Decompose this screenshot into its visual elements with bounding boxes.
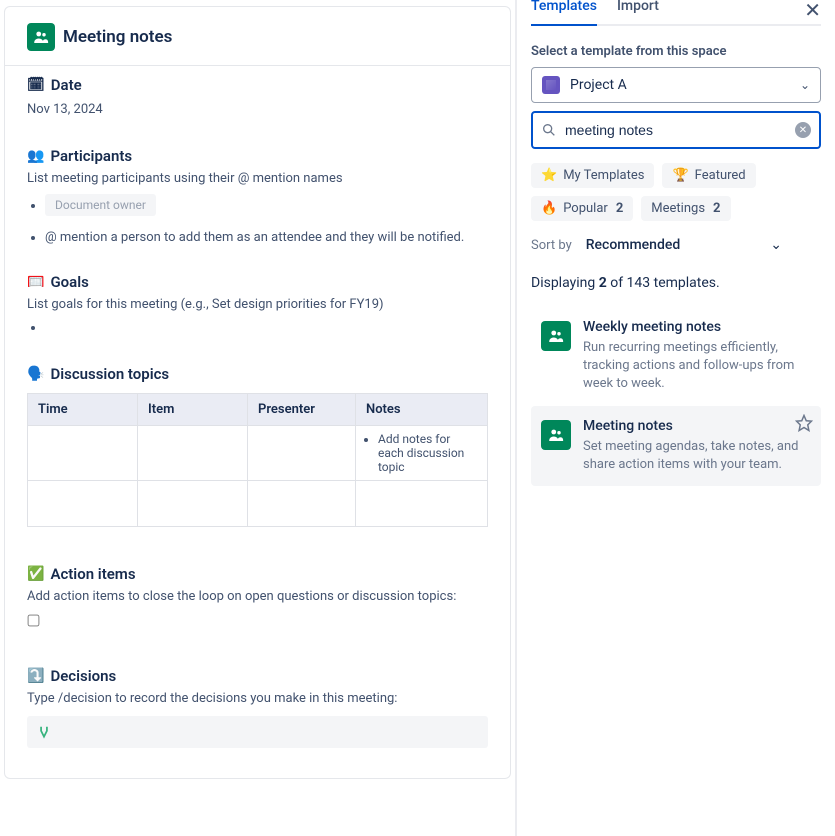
section-head-discussion: 🗣️ Discussion topics — [27, 365, 488, 383]
section-head-participants: 👥 Participants — [27, 147, 488, 165]
table-row[interactable]: Add notes for each discussion topic — [28, 426, 488, 481]
template-desc: Set meeting agendas, take notes, and sha… — [583, 438, 811, 474]
fire-icon: 🔥 — [541, 201, 557, 216]
template-title: Weekly meeting notes — [583, 319, 811, 335]
page-card: Meeting notes 🗓 Date Nov 13, 2024 👥 Part… — [4, 6, 511, 779]
calendar-icon: 🗓 — [27, 77, 45, 93]
meeting-notes-icon — [27, 23, 55, 51]
filter-meetings[interactable]: Meetings 2 — [641, 196, 730, 221]
section-head-actions: ✅ Action items — [27, 565, 488, 583]
tabs: Templates Import ✕ — [531, 0, 821, 26]
filter-featured[interactable]: 🏆 Featured — [662, 163, 755, 188]
space-icon — [542, 76, 560, 94]
filter-row: ⭐ My Templates 🏆 Featured 🔥 Popular 2 Me… — [531, 163, 821, 221]
section-head-goals: 🥅 Goals — [27, 273, 488, 291]
section-title-decisions: Decisions — [50, 667, 116, 685]
page-title: Meeting notes — [63, 27, 172, 47]
col-time: Time — [28, 394, 138, 426]
chevron-down-icon: ⌄ — [800, 78, 810, 92]
people-icon: 👥 — [27, 148, 44, 164]
section-title-date: Date — [51, 76, 82, 94]
speaking-icon: 🗣️ — [27, 366, 44, 382]
goals-list[interactable] — [45, 320, 488, 335]
section-head-date: 🗓 Date — [27, 76, 488, 94]
template-card-meeting-notes[interactable]: Meeting notes Set meeting agendas, take … — [531, 406, 821, 486]
filter-my-templates[interactable]: ⭐ My Templates — [531, 163, 654, 188]
trophy-icon: 🏆 — [672, 168, 688, 183]
check-icon: ✅ — [27, 566, 44, 582]
clear-search-icon[interactable]: ✕ — [795, 122, 811, 138]
section-title-goals: Goals — [50, 273, 88, 291]
participants-helper: List meeting participants using their @ … — [27, 171, 488, 186]
search-box[interactable]: ✕ — [531, 111, 821, 149]
section-decisions: ⤵️ Decisions Type /decision to record th… — [5, 657, 510, 748]
decision-block[interactable] — [27, 716, 488, 748]
template-desc: Run recurring meetings efficiently, trac… — [583, 339, 811, 394]
search-input[interactable] — [565, 122, 787, 138]
space-prompt: Select a template from this space — [531, 44, 821, 59]
section-discussion: 🗣️ Discussion topics Time Item Presenter… — [5, 355, 510, 527]
table-row[interactable] — [28, 481, 488, 527]
action-item-row[interactable] — [27, 614, 488, 631]
section-goals: 🥅 Goals List goals for this meeting (e.g… — [5, 263, 510, 335]
col-notes: Notes — [356, 394, 488, 426]
page-header: Meeting notes — [5, 7, 510, 66]
search-icon — [541, 122, 557, 138]
section-head-decisions: ⤵️ Decisions — [27, 667, 488, 685]
space-name: Project A — [570, 77, 790, 93]
filter-popular[interactable]: 🔥 Popular 2 — [531, 196, 633, 221]
goals-helper: List goals for this meeting (e.g., Set d… — [27, 297, 488, 312]
owner-placeholder[interactable]: Document owner — [45, 194, 156, 216]
tab-templates[interactable]: Templates — [531, 0, 597, 26]
result-list: Weekly meeting notes Run recurring meeti… — [531, 307, 821, 486]
section-title-actions: Action items — [50, 565, 135, 583]
decisions-helper: Type /decision to record the decisions y… — [27, 691, 488, 706]
sort-row: Sort by Recommended ⌄ — [531, 237, 821, 253]
tab-import[interactable]: Import — [617, 0, 659, 24]
decision-icon: ⤵️ — [27, 668, 44, 684]
col-item: Item — [138, 394, 248, 426]
template-card-weekly[interactable]: Weekly meeting notes Run recurring meeti… — [531, 307, 821, 406]
section-title-participants: Participants — [50, 147, 132, 165]
section-actions: ✅ Action items Add action items to close… — [5, 555, 510, 631]
chevron-down-icon: ⌄ — [770, 237, 782, 253]
template-title: Meeting notes — [583, 418, 811, 434]
space-select[interactable]: Project A ⌄ — [531, 67, 821, 103]
templates-panel: Templates Import ✕ Select a template fro… — [516, 0, 835, 836]
main-content: Meeting notes 🗓 Date Nov 13, 2024 👥 Part… — [0, 0, 516, 836]
participants-note-list: @ mention a person to add them as an att… — [45, 230, 488, 245]
notes-placeholder[interactable]: Add notes for each discussion topic — [378, 432, 479, 474]
participants-note: @ mention a person to add them as an att… — [45, 230, 488, 245]
section-participants: 👥 Participants List meeting participants… — [5, 137, 510, 245]
star-icon: ⭐ — [541, 168, 557, 183]
section-title-discussion: Discussion topics — [50, 365, 169, 383]
sort-select[interactable]: Recommended ⌄ — [586, 237, 782, 253]
actions-helper: Add action items to close the loop on op… — [27, 589, 488, 604]
col-presenter: Presenter — [248, 394, 356, 426]
star-outline-icon[interactable] — [795, 414, 813, 436]
sort-label: Sort by — [531, 238, 572, 253]
template-icon — [541, 321, 571, 351]
date-value[interactable]: Nov 13, 2024 — [27, 102, 488, 117]
section-date: 🗓 Date Nov 13, 2024 — [5, 66, 510, 117]
template-icon — [541, 420, 571, 450]
discussion-table[interactable]: Time Item Presenter Notes Add notes for … — [27, 393, 488, 527]
result-meta: Displaying 2 of 143 templates. — [531, 275, 821, 291]
action-checkbox[interactable] — [28, 615, 40, 627]
close-icon[interactable]: ✕ — [804, 0, 821, 22]
goal-icon: 🥅 — [27, 274, 44, 290]
participants-list[interactable]: Document owner — [45, 194, 488, 216]
